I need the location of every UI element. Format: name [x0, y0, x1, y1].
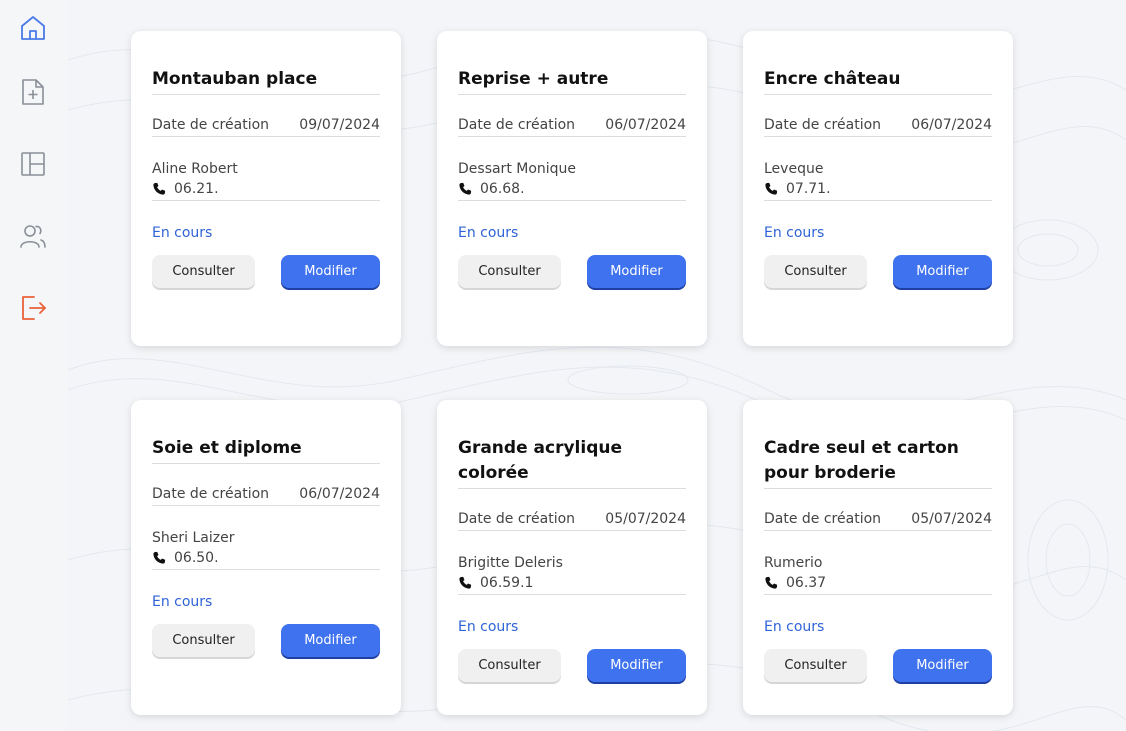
client-phone-row: 06.37	[764, 575, 992, 595]
card-title: Cadre seul et carton pour broderie	[764, 400, 992, 489]
client-phone: 06.21.	[174, 181, 219, 197]
creation-date-label: Date de création	[152, 117, 270, 133]
client-name: Leveque	[764, 161, 824, 177]
consult-button[interactable]: Consulter	[764, 649, 867, 682]
client-phone-row: 07.71.	[764, 181, 992, 201]
consult-button[interactable]: Consulter	[764, 255, 867, 288]
creation-date-row: Date de création 06/07/2024	[152, 486, 380, 506]
card-title: Reprise + autre	[458, 31, 686, 95]
nav-layout[interactable]	[16, 147, 50, 181]
status-label: En cours	[152, 594, 213, 610]
client-phone-row: 06.21.	[152, 181, 380, 201]
card-actions: Consulter Modifier	[152, 255, 380, 288]
creation-date-value: 05/07/2024	[605, 511, 686, 527]
card-actions: Consulter Modifier	[458, 649, 686, 682]
modify-button[interactable]: Modifier	[893, 255, 992, 288]
phone-icon	[153, 182, 166, 195]
client-phone-row: 06.50.	[152, 550, 380, 570]
client-phone-row: 06.59.1	[458, 575, 686, 595]
client-phone: 06.50.	[174, 550, 219, 566]
client-name: Brigitte Deleris	[458, 555, 563, 571]
creation-date-row: Date de création 09/07/2024	[152, 117, 380, 137]
modify-button[interactable]: Modifier	[281, 255, 380, 288]
creation-date-label: Date de création	[458, 511, 576, 527]
client-name: Rumerio	[764, 555, 823, 571]
phone-icon	[765, 576, 778, 589]
card-actions: Consulter Modifier	[764, 255, 992, 288]
project-card: Encre château Date de création 06/07/2024 L…	[743, 31, 1013, 346]
modify-button[interactable]: Modifier	[893, 649, 992, 682]
status-label: En cours	[764, 225, 825, 241]
project-card: Grande acrylique colorée Date de création…	[437, 400, 707, 715]
card-actions: Consulter Modifier	[152, 624, 380, 657]
client-phone-row: 06.68.	[458, 181, 686, 201]
card-title: Encre château	[764, 31, 992, 95]
creation-date-value: 06/07/2024	[911, 117, 992, 133]
consult-button[interactable]: Consulter	[458, 649, 561, 682]
client-name: Sheri Laizer	[152, 530, 235, 546]
nav-users[interactable]	[16, 219, 50, 253]
consult-button[interactable]: Consulter	[458, 255, 561, 288]
file-add-icon	[22, 79, 44, 105]
consult-button[interactable]: Consulter	[152, 624, 255, 657]
home-icon	[21, 16, 45, 40]
card-actions: Consulter Modifier	[458, 255, 686, 288]
client-phone: 06.68.	[480, 181, 525, 197]
status-label: En cours	[458, 225, 519, 241]
creation-date-label: Date de création	[764, 511, 882, 527]
client-phone: 07.71.	[786, 181, 831, 197]
nav-logout[interactable]	[16, 291, 50, 325]
client-phone: 06.59.1	[480, 575, 534, 591]
creation-date-row: Date de création 06/07/2024	[764, 117, 992, 137]
status-label: En cours	[152, 225, 213, 241]
client-name: Aline Robert	[152, 161, 238, 177]
sidebar	[0, 0, 68, 731]
users-icon	[20, 225, 46, 248]
creation-date-value: 09/07/2024	[299, 117, 380, 133]
card-actions: Consulter Modifier	[764, 649, 992, 682]
logout-icon	[22, 296, 46, 320]
creation-date-label: Date de création	[458, 117, 576, 133]
modify-button[interactable]: Modifier	[281, 624, 380, 657]
phone-icon	[459, 576, 472, 589]
card-title: Soie et diplome	[152, 400, 380, 464]
status-label: En cours	[764, 619, 825, 635]
creation-date-row: Date de création 05/07/2024	[458, 511, 686, 531]
project-card: Soie et diplome Date de création 06/07/202…	[131, 400, 401, 715]
creation-date-row: Date de création 06/07/2024	[458, 117, 686, 137]
client-phone: 06.37	[786, 575, 827, 591]
phone-icon	[459, 182, 472, 195]
card-title: Montauban place	[152, 31, 380, 95]
phone-icon	[153, 551, 166, 564]
creation-date-value: 06/07/2024	[605, 117, 686, 133]
consult-button[interactable]: Consulter	[152, 255, 255, 288]
creation-date-label: Date de création	[764, 117, 882, 133]
modify-button[interactable]: Modifier	[587, 649, 686, 682]
app-root: Montauban place Date de création 09/07/202…	[0, 0, 1126, 731]
project-card: Reprise + autre Date de création 06/07/202…	[437, 31, 707, 346]
status-label: En cours	[458, 619, 519, 635]
layout-icon	[21, 152, 45, 176]
nav-new-document[interactable]	[16, 75, 50, 109]
project-card: Cadre seul et carton pour broderie Date d…	[743, 400, 1013, 715]
nav-home[interactable]	[16, 11, 50, 45]
phone-icon	[765, 182, 778, 195]
creation-date-value: 05/07/2024	[911, 511, 992, 527]
project-card: Montauban place Date de création 09/07/202…	[131, 31, 401, 346]
modify-button[interactable]: Modifier	[587, 255, 686, 288]
card-title: Grande acrylique colorée	[458, 400, 686, 489]
creation-date-value: 06/07/2024	[299, 486, 380, 502]
creation-date-label: Date de création	[152, 486, 270, 502]
creation-date-row: Date de création 05/07/2024	[764, 511, 992, 531]
client-name: Dessart Monique	[458, 161, 577, 177]
